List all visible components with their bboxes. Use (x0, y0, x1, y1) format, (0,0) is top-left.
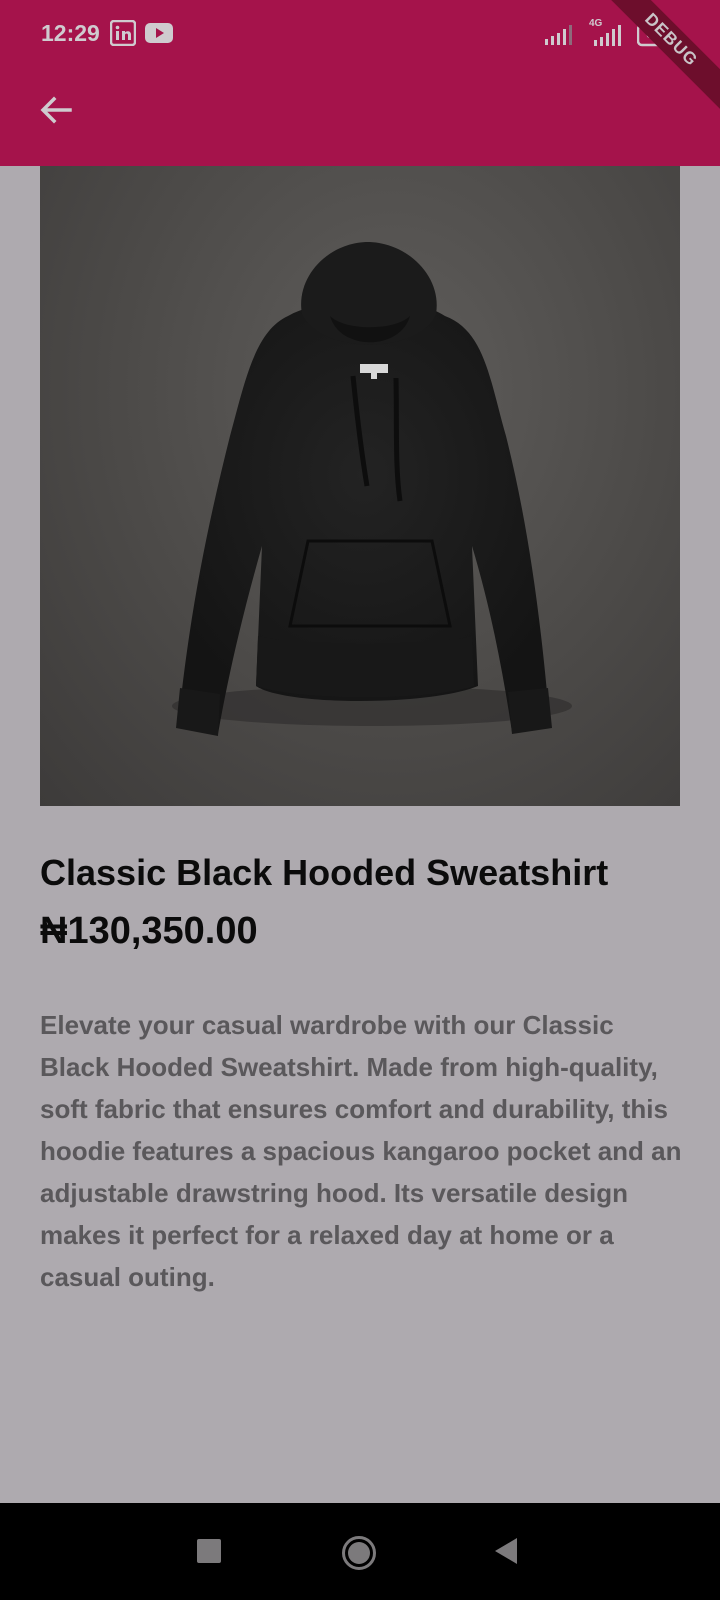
arrow-left-icon (40, 96, 72, 124)
app-bar: 12:29 4G DEBUG (0, 0, 720, 166)
signal-icon (543, 24, 573, 51)
status-time: 12:29 (41, 20, 100, 46)
linkedin-icon (109, 19, 137, 51)
back-button[interactable] (36, 90, 76, 130)
circle-icon (342, 1536, 376, 1570)
system-nav-bar (0, 1503, 720, 1600)
back-nav-button[interactable] (494, 1537, 518, 1570)
product-image (40, 166, 680, 806)
square-icon (197, 1539, 221, 1563)
home-button[interactable] (341, 1535, 377, 1576)
product-title: Classic Black Hooded Sweatshirt (40, 852, 609, 893)
product-description: Elevate your casual wardrobe with our Cl… (40, 1010, 682, 1292)
triangle-back-icon (495, 1538, 517, 1564)
product-price: ₦130,350.00 (40, 910, 258, 952)
hoodie-illustration (172, 241, 572, 736)
signal-4g-icon: 4G (586, 18, 626, 48)
youtube-icon (144, 22, 174, 49)
status-bar: 12:29 4G (0, 0, 720, 70)
network-label: 4G (589, 18, 603, 29)
recents-button[interactable] (197, 1539, 221, 1568)
